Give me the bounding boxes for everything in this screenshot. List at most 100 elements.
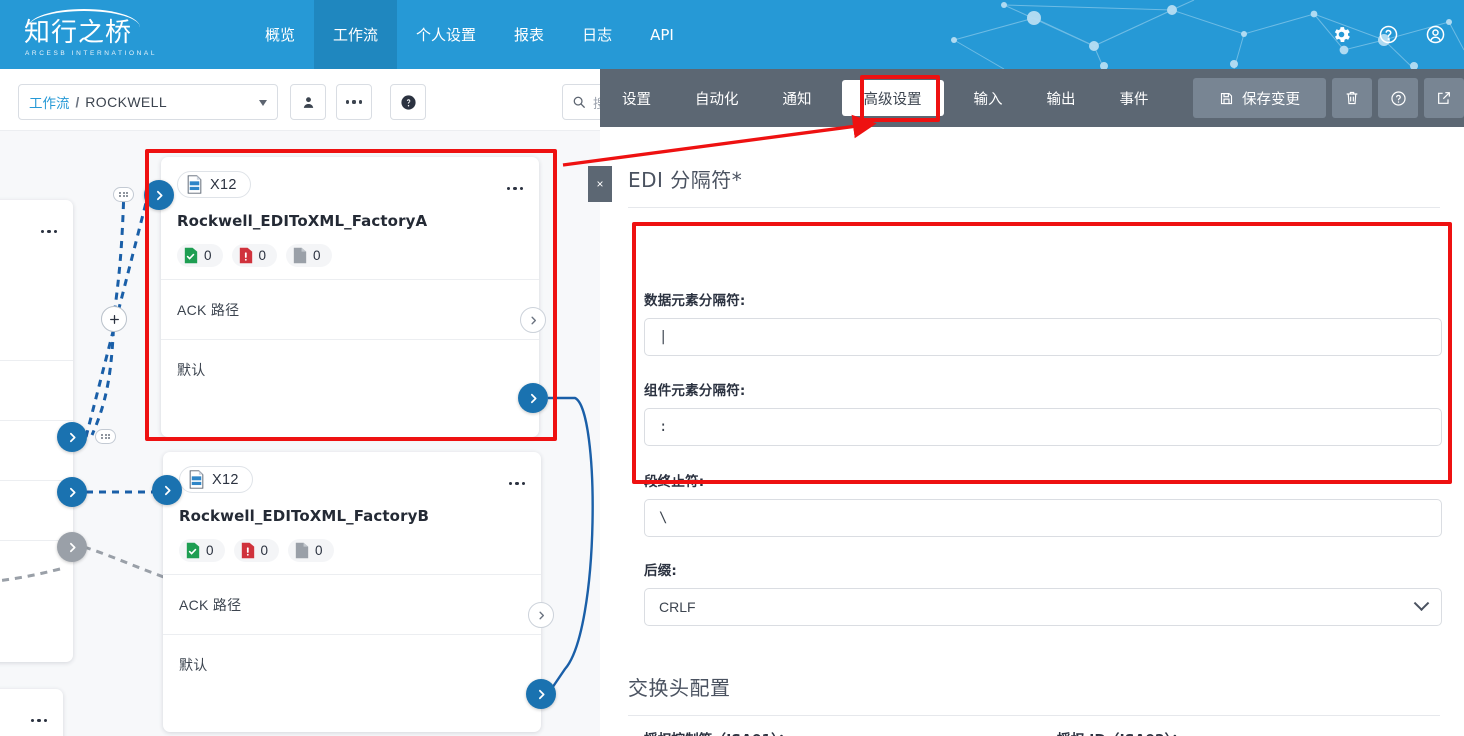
counter-pending[interactable]: 0 (288, 539, 334, 562)
field-segment-terminator: 段终止符: \ (644, 470, 1442, 537)
tab-output[interactable]: 输出 (1025, 69, 1098, 127)
counter-success[interactable]: 0 (179, 539, 225, 562)
drag-handle[interactable] (113, 187, 134, 202)
help-circle-icon[interactable] (1378, 24, 1399, 45)
card-menu-icon[interactable] (504, 177, 523, 195)
nav-item-overview[interactable]: 概览 (246, 0, 314, 69)
card-row-arrow-ack[interactable] (520, 307, 546, 333)
tab-advanced-settings[interactable]: 高级设置 (842, 80, 944, 116)
card-row-label: 默认 (177, 360, 206, 380)
main-nav: 概览 工作流 个人设置 报表 日志 API (246, 0, 693, 69)
field-data-element-separator: 数据元素分隔符: | (644, 289, 1442, 356)
field-isa01: 授权控制符（ISA01）： 00-No Authorization Inform… (644, 728, 1029, 736)
card-row-ack-path[interactable]: ACK 路径 (161, 279, 539, 339)
document-error-icon (239, 247, 253, 264)
nav-item-api[interactable]: API (631, 0, 693, 69)
x12-file-icon (188, 470, 205, 489)
counter-error[interactable]: 0 (232, 244, 278, 267)
save-changes-button[interactable]: 保存变更 (1193, 78, 1326, 118)
card-row-ack-path[interactable]: ACK 路径 (163, 574, 541, 634)
document-success-icon (184, 247, 198, 264)
drag-handle[interactable] (95, 429, 116, 444)
chevron-down-icon[interactable] (259, 100, 267, 106)
section-divider (628, 715, 1440, 716)
field-suffix: 后缀: CRLF (644, 559, 1442, 626)
panel-content: EDI 分隔符* 数据元素分隔符: | 组件元素分隔符: : 段终止符: \ 后… (600, 127, 1464, 736)
data-element-separator-input[interactable]: | (644, 318, 1442, 356)
section-interchange-header: 交换头配置 (628, 672, 1440, 716)
card-row-arrow-ack[interactable] (528, 602, 554, 628)
app-logo[interactable]: 知行之桥 ARCESB INTERNATIONAL (18, 9, 148, 61)
header-icon-group (1331, 0, 1446, 69)
nav-item-reports[interactable]: 报表 (495, 0, 563, 69)
tab-settings[interactable]: 设置 (600, 69, 673, 127)
user-icon (301, 95, 316, 110)
card-row-default[interactable]: 默认 (163, 634, 541, 694)
panel-help-button[interactable] (1378, 78, 1418, 118)
user-account-icon[interactable] (1425, 24, 1446, 45)
tab-events[interactable]: 事件 (1098, 69, 1171, 127)
card-row[interactable] (0, 360, 73, 420)
tab-input[interactable]: 输入 (952, 69, 1025, 127)
tab-notification[interactable]: 通知 (761, 69, 834, 127)
delete-button[interactable] (1332, 78, 1372, 118)
flow-arrow-button[interactable] (57, 477, 87, 507)
tab-automation[interactable]: 自动化 (673, 69, 761, 127)
add-node-button[interactable] (101, 306, 127, 332)
card-row-default[interactable]: 默认 (161, 339, 539, 399)
card-type-badge[interactable]: X12 (179, 466, 253, 493)
canvas-toolbar: 工作流 / ROCKWELL (0, 69, 600, 131)
card-menu-icon[interactable] (506, 472, 525, 490)
workflow-card-factoryb[interactable]: X12 Rockwell_EDIToXML_FactoryB 0 (163, 452, 541, 732)
flow-arrow-button-disabled[interactable] (57, 532, 87, 562)
card-title: Rockwell_EDIToXML_FactoryA (177, 212, 523, 230)
document-success-icon (186, 542, 200, 559)
save-disk-icon (1219, 91, 1234, 106)
field-label: 后缀: (644, 559, 1442, 579)
counter-success[interactable]: 0 (177, 244, 223, 267)
field-label: 段终止符: (644, 470, 1442, 490)
search-input[interactable]: 搜索 (562, 84, 600, 120)
external-link-icon (1436, 90, 1452, 106)
component-element-separator-input[interactable]: : (644, 408, 1442, 446)
section-title: EDI 分隔符* (628, 164, 1440, 193)
workflow-card-partial-bottom[interactable] (0, 689, 63, 736)
section-divider (628, 207, 1440, 208)
card-type-label: X12 (210, 177, 237, 193)
nav-item-personal-settings[interactable]: 个人设置 (397, 0, 495, 69)
counter-value: 0 (313, 248, 321, 263)
search-icon (572, 95, 586, 109)
counter-pending[interactable]: 0 (286, 244, 332, 267)
nav-item-logs[interactable]: 日志 (563, 0, 631, 69)
help-icon (1390, 90, 1407, 107)
segment-terminator-input[interactable]: \ (644, 499, 1442, 537)
nav-item-workflow[interactable]: 工作流 (314, 0, 397, 69)
counter-value: 0 (261, 543, 269, 558)
card-row-arrow-default[interactable] (518, 383, 548, 413)
breadcrumb-root[interactable]: 工作流 (29, 92, 70, 112)
field-label: 组件元素分隔符: (644, 379, 1442, 399)
card-row-arrow-default[interactable] (526, 679, 556, 709)
workspace-user-button[interactable] (290, 84, 326, 120)
panel-close-button[interactable]: × (588, 166, 612, 202)
card-menu-icon[interactable] (28, 709, 47, 727)
card-inbound-arrow[interactable] (144, 180, 174, 210)
suffix-select[interactable]: CRLF (644, 588, 1442, 626)
card-type-badge[interactable]: X12 (177, 171, 251, 198)
workflow-card-factorya[interactable]: X12 Rockwell_EDIToXML_FactoryA 0 (161, 157, 539, 437)
plus-icon (108, 313, 121, 326)
workspace-more-button[interactable] (336, 84, 372, 120)
section-title: 交换头配置 (628, 672, 1440, 701)
counter-error[interactable]: 0 (234, 539, 280, 562)
breadcrumb[interactable]: 工作流 / ROCKWELL (18, 84, 278, 120)
open-external-button[interactable] (1424, 78, 1464, 118)
flow-arrow-button[interactable] (57, 422, 87, 452)
x12-file-icon (186, 175, 203, 194)
grip-dots-icon (119, 192, 129, 198)
card-inbound-arrow[interactable] (152, 475, 182, 505)
card-menu-icon[interactable] (38, 220, 57, 238)
gear-icon[interactable] (1331, 24, 1352, 45)
card-title: Rockwell_EDIToXML_FactoryB (179, 507, 525, 525)
card-type-label: X12 (212, 472, 239, 488)
workspace-help-button[interactable] (390, 84, 426, 120)
